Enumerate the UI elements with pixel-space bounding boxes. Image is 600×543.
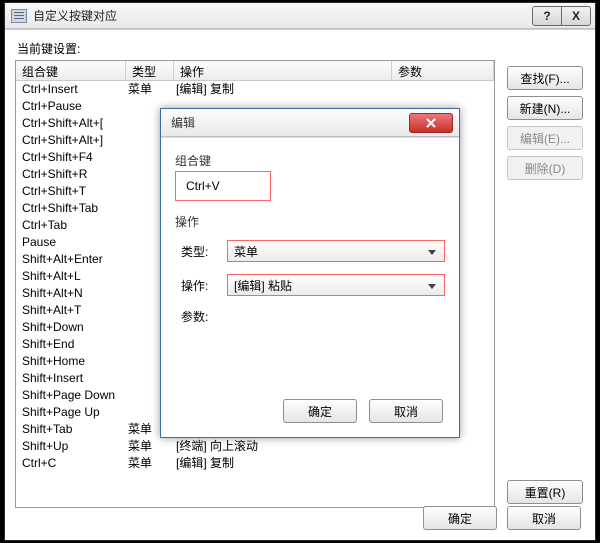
chevron-down-icon (424, 244, 440, 260)
cell-type: 菜单 (126, 438, 174, 455)
delete-button[interactable]: 删除(D) (507, 156, 583, 180)
edit-bottom-buttons: 确定 取消 (283, 399, 443, 423)
cell-key: Shift+Down (16, 319, 126, 336)
cell-key: Shift+Alt+Enter (16, 251, 126, 268)
col-action[interactable]: 操作 (174, 61, 392, 80)
col-key[interactable]: 组合键 (16, 61, 126, 80)
ok-button[interactable]: 确定 (423, 506, 497, 530)
cell-key: Shift+Alt+T (16, 302, 126, 319)
edit-dialog: 编辑 组合键 Ctrl+V 操作 类型: 菜单 操作: [编辑] 粘贴 (160, 108, 460, 438)
find-button[interactable]: 查找(F)... (507, 66, 583, 90)
cell-key: Ctrl+Insert (16, 81, 126, 98)
cell-key: Ctrl+Shift+F4 (16, 149, 126, 166)
type-combo[interactable]: 菜单 (227, 240, 445, 262)
cell-type: 菜单 (126, 455, 174, 472)
action-value: [编辑] 粘贴 (234, 277, 292, 294)
cell-key: Ctrl+Tab (16, 217, 126, 234)
section-label: 当前键设置: (17, 40, 585, 57)
key-input[interactable]: Ctrl+V (175, 171, 271, 201)
cell-key: Ctrl+Shift+Alt+[ (16, 115, 126, 132)
cell-param (392, 81, 494, 98)
cell-key: Shift+Tab (16, 421, 126, 438)
cell-key: Ctrl+Shift+T (16, 183, 126, 200)
side-buttons: 查找(F)... 新建(N)... 编辑(E)... 删除(D) 重置(R) (507, 66, 583, 200)
outer-bottom-buttons: 确定 取消 (423, 506, 581, 530)
action-combo[interactable]: [编辑] 粘贴 (227, 274, 445, 296)
cell-key: Shift+Alt+N (16, 285, 126, 302)
cell-key: Pause (16, 234, 126, 251)
cell-action: [终端] 向上滚动 (174, 438, 392, 455)
cell-key: Shift+Page Down (16, 387, 126, 404)
action-row: 操作: [编辑] 粘贴 (181, 274, 445, 296)
table-row[interactable]: Shift+Up菜单[终端] 向上滚动 (16, 438, 494, 455)
table-row[interactable]: Ctrl+Insert菜单[编辑] 复制 (16, 81, 494, 98)
close-icon (425, 117, 437, 129)
close-button[interactable]: X (561, 6, 591, 26)
edit-title: 编辑 (171, 114, 195, 131)
param-label: 参数: (181, 310, 208, 324)
param-row: 参数: (181, 308, 445, 325)
cell-key: Shift+Insert (16, 370, 126, 387)
edit-button[interactable]: 编辑(E)... (507, 126, 583, 150)
col-param[interactable]: 参数 (392, 61, 494, 80)
cell-action: [编辑] 复制 (174, 81, 392, 98)
cell-action: [编辑] 复制 (174, 455, 392, 472)
edit-client: 组合键 Ctrl+V 操作 类型: 菜单 操作: [编辑] 粘贴 参数: 确定 … (161, 137, 459, 437)
reset-button[interactable]: 重置(R) (507, 480, 583, 504)
new-button[interactable]: 新建(N)... (507, 96, 583, 120)
edit-cancel-button[interactable]: 取消 (369, 399, 443, 423)
cell-key: Shift+Home (16, 353, 126, 370)
edit-ok-button[interactable]: 确定 (283, 399, 357, 423)
edit-close-button[interactable] (409, 113, 453, 133)
type-label: 类型: (181, 243, 227, 260)
group-key-label: 组合键 (175, 152, 445, 169)
key-value: Ctrl+V (186, 179, 220, 193)
edit-titlebar[interactable]: 编辑 (161, 109, 459, 137)
action-label: 操作: (181, 277, 227, 294)
type-value: 菜单 (234, 243, 258, 260)
cell-param (392, 438, 494, 455)
cell-type: 菜单 (126, 81, 174, 98)
window-title: 自定义按键对应 (33, 7, 117, 24)
cell-key: Shift+Up (16, 438, 126, 455)
table-row[interactable]: Ctrl+C菜单[编辑] 复制 (16, 455, 494, 472)
cell-key: Shift+End (16, 336, 126, 353)
cell-key: Ctrl+Shift+Alt+] (16, 132, 126, 149)
help-button[interactable]: ? (532, 6, 562, 26)
cancel-button[interactable]: 取消 (507, 506, 581, 530)
cell-key: Ctrl+Shift+R (16, 166, 126, 183)
chevron-down-icon (424, 278, 440, 294)
list-header[interactable]: 组合键 类型 操作 参数 (16, 61, 494, 81)
cell-key: Ctrl+Pause (16, 98, 126, 115)
col-type[interactable]: 类型 (126, 61, 174, 80)
app-icon (11, 9, 27, 23)
cell-key: Ctrl+C (16, 455, 126, 472)
edit-window-buttons (409, 113, 453, 133)
cell-param (392, 455, 494, 472)
window-buttons: ? X (533, 6, 591, 26)
titlebar[interactable]: 自定义按键对应 ? X (5, 3, 595, 29)
cell-key: Ctrl+Shift+Tab (16, 200, 126, 217)
group-action-label: 操作 (175, 213, 445, 230)
cell-key: Shift+Alt+L (16, 268, 126, 285)
type-row: 类型: 菜单 (181, 240, 445, 262)
cell-key: Shift+Page Up (16, 404, 126, 421)
